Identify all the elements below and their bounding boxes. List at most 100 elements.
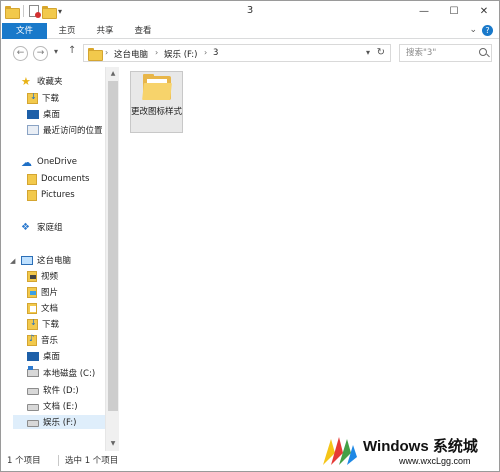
- nav-item-drive-d[interactable]: 软件 (D:): [27, 383, 79, 397]
- nav-item-desktop-lib[interactable]: 桌面: [27, 349, 60, 363]
- explorer-window: ▾ 3 — ☐ ✕ 文件 主页 共享 查看 ⌄ ? ← → ▾ ↑ › 这台电脑…: [0, 0, 500, 472]
- nav-item-drive-f[interactable]: 娱乐 (F:): [13, 415, 117, 429]
- breadcrumb-this-pc[interactable]: 这台电脑: [114, 48, 148, 60]
- breadcrumb-folder-3[interactable]: 3: [213, 48, 218, 58]
- nav-item-videos[interactable]: 视频: [27, 269, 58, 283]
- forward-button[interactable]: →: [33, 46, 48, 61]
- nav-homegroup[interactable]: ❖ 家庭组: [21, 220, 63, 234]
- nav-label: 软件 (D:): [43, 386, 79, 396]
- nav-pane-scrollbar[interactable]: ▲ ▼: [105, 67, 119, 451]
- maximize-button[interactable]: ☐: [439, 1, 469, 21]
- folder-name: 更改图标样式: [131, 107, 183, 117]
- folder-icon: [27, 189, 37, 201]
- file-list-area[interactable]: 更改图标样式: [119, 67, 499, 451]
- downloads-icon: [27, 318, 38, 330]
- nav-label: 桌面: [43, 352, 61, 362]
- nav-item-downloads[interactable]: 下载: [27, 91, 59, 105]
- up-button[interactable]: ↑: [68, 45, 76, 56]
- nav-label: 图片: [41, 288, 59, 298]
- scroll-thumb[interactable]: [108, 81, 118, 411]
- tab-home[interactable]: 主页: [48, 23, 86, 39]
- windows-logo-icon: [323, 437, 357, 465]
- nav-label: 收藏夹: [37, 77, 63, 87]
- nav-item-documents[interactable]: Documents: [27, 172, 89, 186]
- nav-item-documents-lib[interactable]: 文档: [27, 301, 58, 315]
- drive-icon: [27, 403, 39, 411]
- nav-item-recent-places[interactable]: 最近访问的位置: [27, 123, 103, 137]
- nav-item-pictures[interactable]: Pictures: [27, 188, 75, 202]
- nav-label: 本地磁盘 (C:): [43, 369, 96, 379]
- nav-item-downloads-lib[interactable]: 下载: [27, 317, 59, 331]
- expand-ribbon-chevron-icon[interactable]: ⌄: [469, 25, 477, 35]
- nav-label: 桌面: [43, 110, 61, 120]
- status-divider: [58, 455, 59, 466]
- breadcrumb-separator-icon[interactable]: ›: [204, 48, 207, 57]
- cloud-icon: ☁: [21, 155, 32, 169]
- nav-favorites[interactable]: ★ 收藏夹: [21, 74, 63, 88]
- nav-label: 最近访问的位置: [43, 126, 103, 136]
- collapse-chevron-icon[interactable]: ◢: [10, 257, 15, 265]
- nav-label: 下载: [42, 320, 60, 330]
- nav-label: 下载: [42, 94, 60, 104]
- title-bar: ▾ 3 — ☐ ✕: [1, 1, 499, 23]
- nav-item-drive-e[interactable]: 文档 (E:): [27, 399, 78, 413]
- nav-label: Pictures: [41, 190, 75, 200]
- help-icon[interactable]: ?: [482, 25, 493, 36]
- tab-view[interactable]: 查看: [124, 23, 162, 39]
- nav-label: Documents: [41, 174, 90, 184]
- scroll-down-arrow-icon[interactable]: ▼: [106, 437, 120, 451]
- drive-icon: [27, 419, 39, 427]
- refresh-icon[interactable]: ↻: [377, 47, 385, 58]
- desktop-icon: [27, 351, 39, 361]
- navigation-bar: ← → ▾ ↑ › 这台电脑 › 娱乐 (F:) › 3 ▾ ↻: [1, 39, 499, 67]
- nav-item-music[interactable]: 音乐: [27, 333, 58, 347]
- watermark-title: Windows 系统城: [363, 438, 478, 455]
- navigation-pane: ★ 收藏夹 下载 桌面 最近访问的位置 ☁ OneDrive Documents…: [1, 67, 119, 451]
- nav-item-drive-c[interactable]: 本地磁盘 (C:): [27, 366, 95, 380]
- nav-label: OneDrive: [37, 157, 77, 167]
- star-icon: ★: [21, 74, 31, 88]
- search-box[interactable]: [399, 44, 492, 62]
- nav-label: 这台电脑: [37, 256, 72, 266]
- folder-icon: [88, 48, 103, 61]
- minimize-button[interactable]: —: [409, 1, 439, 21]
- downloads-icon: [27, 92, 38, 104]
- nav-item-desktop[interactable]: 桌面: [27, 107, 60, 121]
- nav-label: 家庭组: [37, 223, 63, 233]
- search-input[interactable]: [400, 45, 476, 61]
- breadcrumb-separator-icon[interactable]: ›: [155, 48, 158, 57]
- nav-item-pictures-lib[interactable]: 图片: [27, 285, 58, 299]
- tab-file[interactable]: 文件: [2, 23, 47, 39]
- computer-icon: [21, 255, 33, 265]
- search-icon[interactable]: [479, 48, 487, 56]
- address-bar[interactable]: › 这台电脑 › 娱乐 (F:) › 3 ▾ ↻: [83, 44, 391, 62]
- folder-icon: [27, 173, 37, 185]
- watermark-url: www.wxcLgg.com: [399, 456, 471, 466]
- ribbon-tabs: 文件 主页 共享 查看 ⌄ ?: [1, 23, 499, 39]
- close-button[interactable]: ✕: [469, 1, 499, 21]
- nav-this-pc[interactable]: 这台电脑: [21, 253, 71, 267]
- videos-folder-icon: [27, 270, 37, 282]
- breadcrumb-separator-icon[interactable]: ›: [105, 48, 108, 57]
- drive-icon: [27, 387, 39, 395]
- selection-count: 选中 1 个项目: [65, 456, 119, 466]
- recent-locations-chevron-icon[interactable]: ▾: [54, 47, 58, 56]
- breadcrumb-drive-f[interactable]: 娱乐 (F:): [164, 48, 197, 60]
- tab-share[interactable]: 共享: [86, 23, 124, 39]
- documents-folder-icon: [27, 302, 37, 314]
- nav-label: 视频: [41, 272, 59, 282]
- nav-label: 文档: [41, 304, 59, 314]
- desktop-icon: [27, 109, 39, 119]
- nav-onedrive[interactable]: ☁ OneDrive: [21, 155, 77, 169]
- system-drive-icon: [27, 366, 39, 377]
- music-folder-icon: [27, 334, 37, 346]
- homegroup-icon: ❖: [21, 221, 30, 233]
- scroll-up-arrow-icon[interactable]: ▲: [106, 67, 120, 81]
- folder-icon: [142, 74, 172, 100]
- nav-label: 娱乐 (F:): [43, 418, 77, 428]
- back-button[interactable]: ←: [13, 46, 28, 61]
- watermark: Windows 系统城 www.wxcLgg.com: [319, 431, 500, 471]
- recent-places-icon: [27, 125, 39, 135]
- folder-item[interactable]: 更改图标样式: [130, 71, 183, 133]
- address-history-chevron-icon[interactable]: ▾: [366, 48, 370, 57]
